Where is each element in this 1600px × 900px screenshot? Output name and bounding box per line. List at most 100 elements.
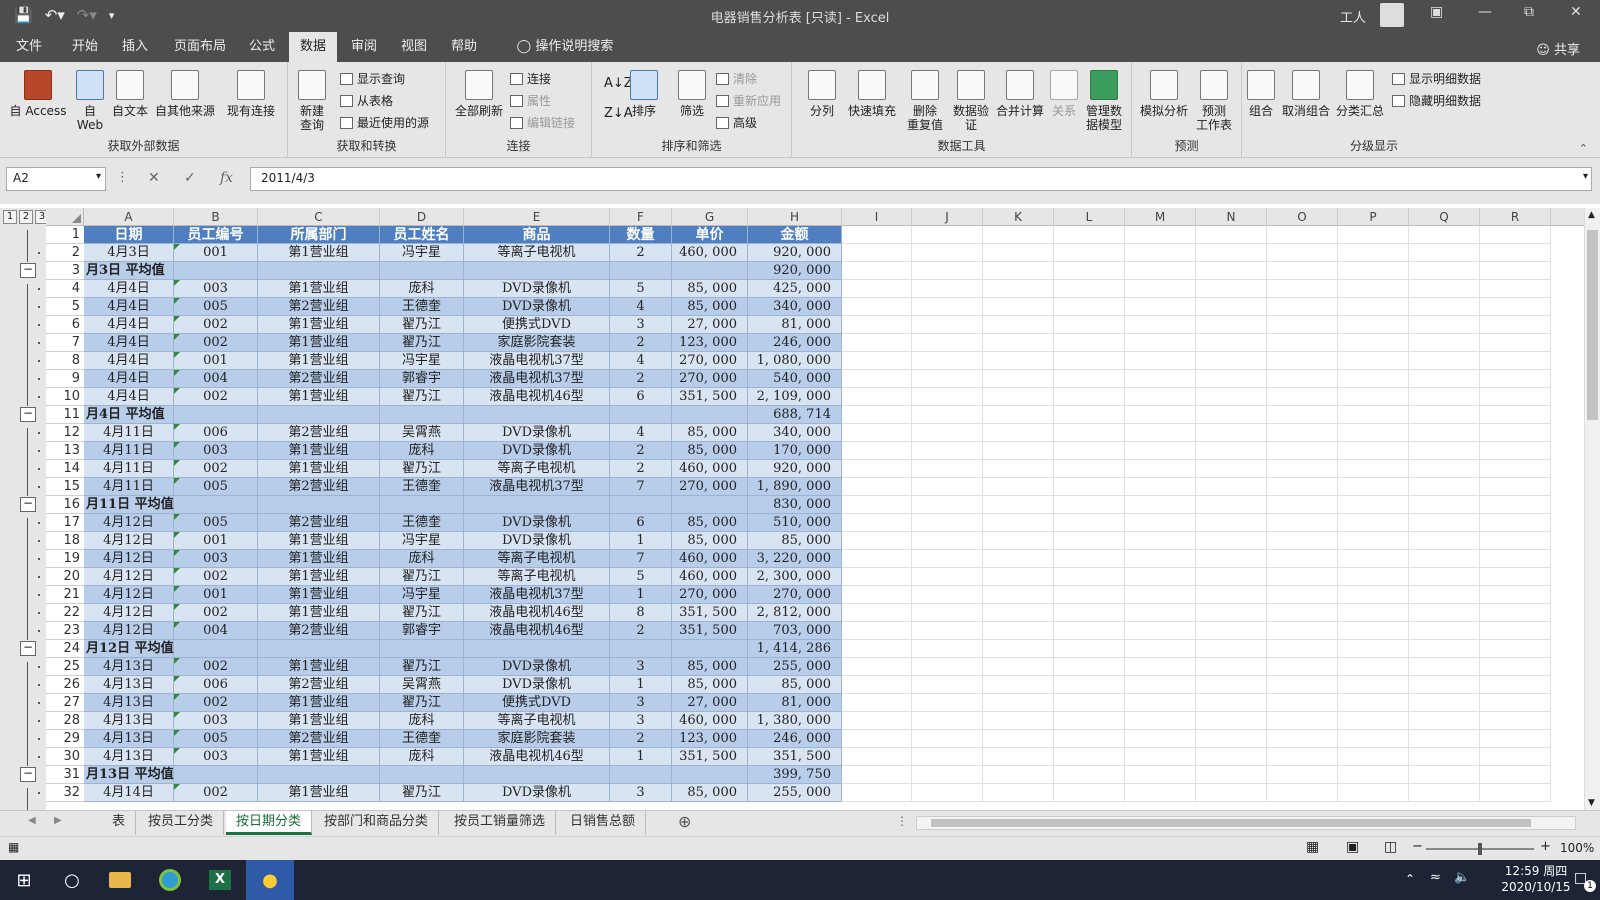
tab-review[interactable]: 审阅: [342, 32, 386, 62]
column-header[interactable]: K: [983, 208, 1054, 226]
more-options-icon[interactable]: ⋮: [116, 170, 129, 185]
empty-cell[interactable]: [1125, 712, 1196, 730]
empty-cell[interactable]: [1409, 532, 1480, 550]
tab-view[interactable]: 视图: [392, 32, 436, 62]
empty-cell[interactable]: [1480, 496, 1551, 514]
column-header[interactable]: B: [174, 208, 258, 226]
cell[interactable]: 冯宇星: [380, 244, 464, 262]
empty-cell[interactable]: [1196, 622, 1267, 640]
show-hidden-icons-icon[interactable]: ⌃: [1405, 872, 1415, 886]
cell[interactable]: 351, 500: [672, 388, 748, 406]
cell[interactable]: 庞科: [380, 748, 464, 766]
empty-cell[interactable]: [1125, 532, 1196, 550]
empty-cell[interactable]: [842, 460, 912, 478]
cell[interactable]: [464, 766, 610, 784]
zoom-in-icon[interactable]: +: [1540, 839, 1551, 854]
empty-cell[interactable]: [1125, 244, 1196, 262]
empty-cell[interactable]: [1267, 568, 1338, 586]
subtotal-value[interactable]: 688, 714: [748, 406, 842, 424]
empty-cell[interactable]: [983, 316, 1054, 334]
empty-cell[interactable]: [842, 262, 912, 280]
cell[interactable]: 第1营业组: [258, 388, 380, 406]
empty-cell[interactable]: [912, 658, 983, 676]
cell[interactable]: 4月11日: [84, 424, 174, 442]
empty-cell[interactable]: [1196, 730, 1267, 748]
empty-cell[interactable]: [983, 226, 1054, 244]
empty-cell[interactable]: [1409, 424, 1480, 442]
empty-cell[interactable]: [1267, 244, 1338, 262]
cell[interactable]: 703, 000: [748, 622, 842, 640]
tab-home[interactable]: 开始: [62, 32, 108, 62]
flash-fill-button[interactable]: 快速填充: [844, 70, 900, 118]
empty-cell[interactable]: [842, 334, 912, 352]
cell[interactable]: 002: [174, 568, 258, 586]
empty-cell[interactable]: [983, 514, 1054, 532]
empty-cell[interactable]: [1338, 406, 1409, 424]
empty-cell[interactable]: [1125, 622, 1196, 640]
cell[interactable]: 85, 000: [672, 514, 748, 532]
manage-data-model-button[interactable]: 管理数 据模型: [1080, 70, 1128, 132]
show-detail-button[interactable]: 显示明细数据: [1392, 70, 1481, 87]
empty-cell[interactable]: [983, 388, 1054, 406]
row-header[interactable]: 32: [46, 784, 84, 802]
cell[interactable]: 4月12日: [84, 514, 174, 532]
empty-cell[interactable]: [1054, 676, 1125, 694]
empty-cell[interactable]: [1125, 730, 1196, 748]
cell[interactable]: 8: [610, 604, 672, 622]
empty-cell[interactable]: [1267, 262, 1338, 280]
column-header[interactable]: C: [258, 208, 380, 226]
row-header[interactable]: 14: [46, 460, 84, 478]
empty-cell[interactable]: [1054, 604, 1125, 622]
empty-cell[interactable]: [1125, 460, 1196, 478]
empty-cell[interactable]: [1480, 460, 1551, 478]
empty-cell[interactable]: [1338, 604, 1409, 622]
empty-cell[interactable]: [1196, 550, 1267, 568]
sheet-tab-2[interactable]: 按日期分类: [226, 811, 313, 835]
row-header[interactable]: 7: [46, 334, 84, 352]
collapse-group-icon[interactable]: −: [20, 641, 36, 656]
empty-cell[interactable]: [1480, 424, 1551, 442]
empty-cell[interactable]: [1480, 784, 1551, 802]
column-header[interactable]: J: [912, 208, 983, 226]
search-icon[interactable]: ○: [48, 860, 96, 900]
cell[interactable]: 4月4日: [84, 316, 174, 334]
cell[interactable]: 1, 080, 000: [748, 352, 842, 370]
empty-cell[interactable]: [1267, 460, 1338, 478]
cell[interactable]: DVD录像机: [464, 784, 610, 802]
cell[interactable]: [174, 262, 258, 280]
cell[interactable]: 460, 000: [672, 712, 748, 730]
empty-cell[interactable]: [1267, 442, 1338, 460]
empty-cell[interactable]: [1054, 388, 1125, 406]
cell[interactable]: 4月4日: [84, 370, 174, 388]
vertical-scrollbar[interactable]: ▲ ▼: [1584, 208, 1600, 810]
empty-cell[interactable]: [983, 532, 1054, 550]
cell[interactable]: 85, 000: [672, 658, 748, 676]
cell[interactable]: 等离子电视机: [464, 460, 610, 478]
row-header[interactable]: 9: [46, 370, 84, 388]
cell[interactable]: 4月3日: [84, 244, 174, 262]
cell[interactable]: 255, 000: [748, 784, 842, 802]
empty-cell[interactable]: [912, 460, 983, 478]
empty-cell[interactable]: [1409, 460, 1480, 478]
header-cell[interactable]: 日期: [84, 226, 174, 244]
cancel-icon[interactable]: ✕: [148, 170, 160, 186]
empty-cell[interactable]: [912, 280, 983, 298]
cell[interactable]: 第1营业组: [258, 586, 380, 604]
formula-input[interactable]: 2011/4/3: [250, 167, 1592, 191]
cell[interactable]: DVD录像机: [464, 676, 610, 694]
zoom-out-icon[interactable]: −: [1412, 839, 1423, 854]
enter-icon[interactable]: ✓: [184, 170, 196, 186]
cell[interactable]: [610, 262, 672, 280]
cell[interactable]: 等离子电视机: [464, 244, 610, 262]
empty-cell[interactable]: [983, 586, 1054, 604]
empty-cell[interactable]: [1196, 298, 1267, 316]
cell[interactable]: 85, 000: [672, 280, 748, 298]
empty-cell[interactable]: [1125, 784, 1196, 802]
cell[interactable]: 920, 000: [748, 244, 842, 262]
cell[interactable]: 第1营业组: [258, 280, 380, 298]
empty-cell[interactable]: [842, 442, 912, 460]
vertical-scroll-thumb[interactable]: [1587, 230, 1598, 420]
empty-cell[interactable]: [1054, 424, 1125, 442]
empty-cell[interactable]: [1338, 712, 1409, 730]
cell[interactable]: 第2营业组: [258, 622, 380, 640]
